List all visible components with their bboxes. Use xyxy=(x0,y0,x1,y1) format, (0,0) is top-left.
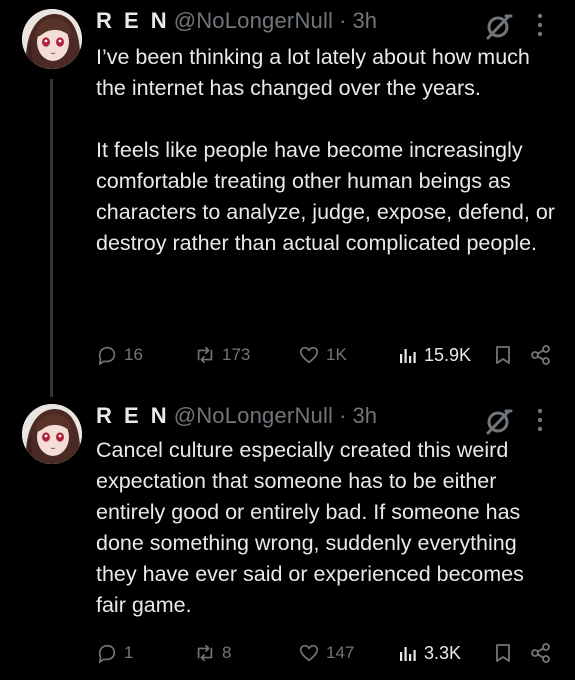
separator-dot: · xyxy=(339,8,347,33)
null-badge-icon[interactable] xyxy=(484,407,514,437)
more-icon[interactable] xyxy=(528,10,552,40)
share-icon[interactable] xyxy=(530,344,552,366)
like-button[interactable]: 147 xyxy=(298,638,354,668)
reply-icon xyxy=(98,644,116,663)
bookmark-icon[interactable] xyxy=(492,642,514,664)
repost-icon xyxy=(197,346,213,364)
like-icon xyxy=(299,644,319,662)
repost-count: 8 xyxy=(222,643,232,662)
avatar-illustration xyxy=(22,404,82,464)
action-bar: 16 173 1K 15.9K xyxy=(0,340,575,370)
like-button[interactable]: 1K xyxy=(298,340,347,370)
reply-count: 16 xyxy=(124,345,143,364)
views-icon xyxy=(400,647,416,661)
views-icon xyxy=(400,349,416,363)
tweet-text: Cancel culture especially created this w… xyxy=(96,438,530,617)
tweet-header: R E N @NoLongerNull · 3h xyxy=(96,403,377,433)
views-button[interactable]: 3.3K xyxy=(398,638,461,668)
like-count: 1K xyxy=(326,345,347,364)
author-name[interactable]: R E N xyxy=(96,403,170,429)
reply-icon xyxy=(98,346,116,365)
avatar[interactable] xyxy=(22,9,82,69)
avatar-illustration xyxy=(22,9,82,69)
action-bar: 1 8 147 3.3K xyxy=(0,638,575,668)
separator-dot: · xyxy=(339,403,347,428)
reply-count: 1 xyxy=(124,643,134,662)
tweet-text: I’ve been thinking a lot lately about ho… xyxy=(96,45,555,255)
more-icon[interactable] xyxy=(528,405,552,435)
author-name[interactable]: R E N xyxy=(96,8,170,34)
repost-button[interactable]: 173 xyxy=(194,340,250,370)
views-button[interactable]: 15.9K xyxy=(398,340,471,370)
avatar[interactable] xyxy=(22,404,82,464)
repost-icon xyxy=(197,644,213,662)
reply-button[interactable]: 1 xyxy=(96,638,133,668)
timestamp[interactable]: 3h xyxy=(352,403,376,429)
tweet-header: R E N @NoLongerNull · 3h xyxy=(96,8,377,38)
like-icon xyxy=(299,346,319,364)
repost-button[interactable]: 8 xyxy=(194,638,231,668)
author-handle[interactable]: @NoLongerNull xyxy=(174,8,333,34)
view-count: 3.3K xyxy=(424,642,462,663)
repost-count: 173 xyxy=(222,345,251,364)
bookmark-icon[interactable] xyxy=(492,344,514,366)
author-handle[interactable]: @NoLongerNull xyxy=(174,403,333,429)
like-count: 147 xyxy=(326,643,355,662)
reply-button[interactable]: 16 xyxy=(96,340,143,370)
share-icon[interactable] xyxy=(530,642,552,664)
null-badge-icon[interactable] xyxy=(484,12,514,42)
timestamp[interactable]: 3h xyxy=(352,8,376,34)
view-count: 15.9K xyxy=(424,344,472,365)
thread-feed: R E N @NoLongerNull · 3h I’ve been think… xyxy=(0,0,575,680)
